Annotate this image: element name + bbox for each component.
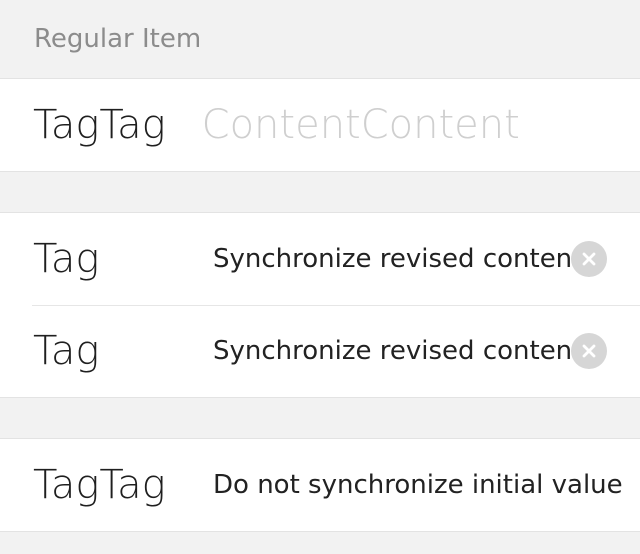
section-title: Regular Item [34, 24, 202, 54]
clear-icon[interactable] [571, 333, 607, 369]
section-header: Regular Item [0, 0, 640, 78]
input-group-3: TagTag Do not synchronize initial value [0, 438, 640, 532]
input-label: Tag [33, 236, 100, 282]
no-sync-input-value[interactable]: Do not synchronize initial value [213, 470, 623, 500]
input-row-sync-2[interactable]: Tag Synchronize revised content [0, 305, 640, 397]
content-input-placeholder[interactable]: ContentContent [202, 102, 520, 148]
input-label: TagTag [33, 462, 166, 508]
input-label: Tag [33, 328, 100, 374]
input-group-2: Tag Synchronize revised content Tag Sync… [0, 212, 640, 398]
input-row-no-sync[interactable]: TagTag Do not synchronize initial value [0, 439, 640, 531]
group-spacer [0, 172, 640, 212]
input-group-1: TagTag ContentContent [0, 78, 640, 172]
clear-icon[interactable] [571, 241, 607, 277]
input-row-tagtag[interactable]: TagTag ContentContent [0, 79, 640, 171]
sync-input-value[interactable]: Synchronize revised content [213, 336, 582, 366]
page: Regular Item TagTag ContentContent Tag S… [0, 0, 640, 554]
group-spacer [0, 398, 640, 438]
input-row-sync-1[interactable]: Tag Synchronize revised content [0, 213, 640, 305]
sync-input-value[interactable]: Synchronize revised content [213, 244, 582, 274]
input-label: TagTag [33, 102, 166, 148]
